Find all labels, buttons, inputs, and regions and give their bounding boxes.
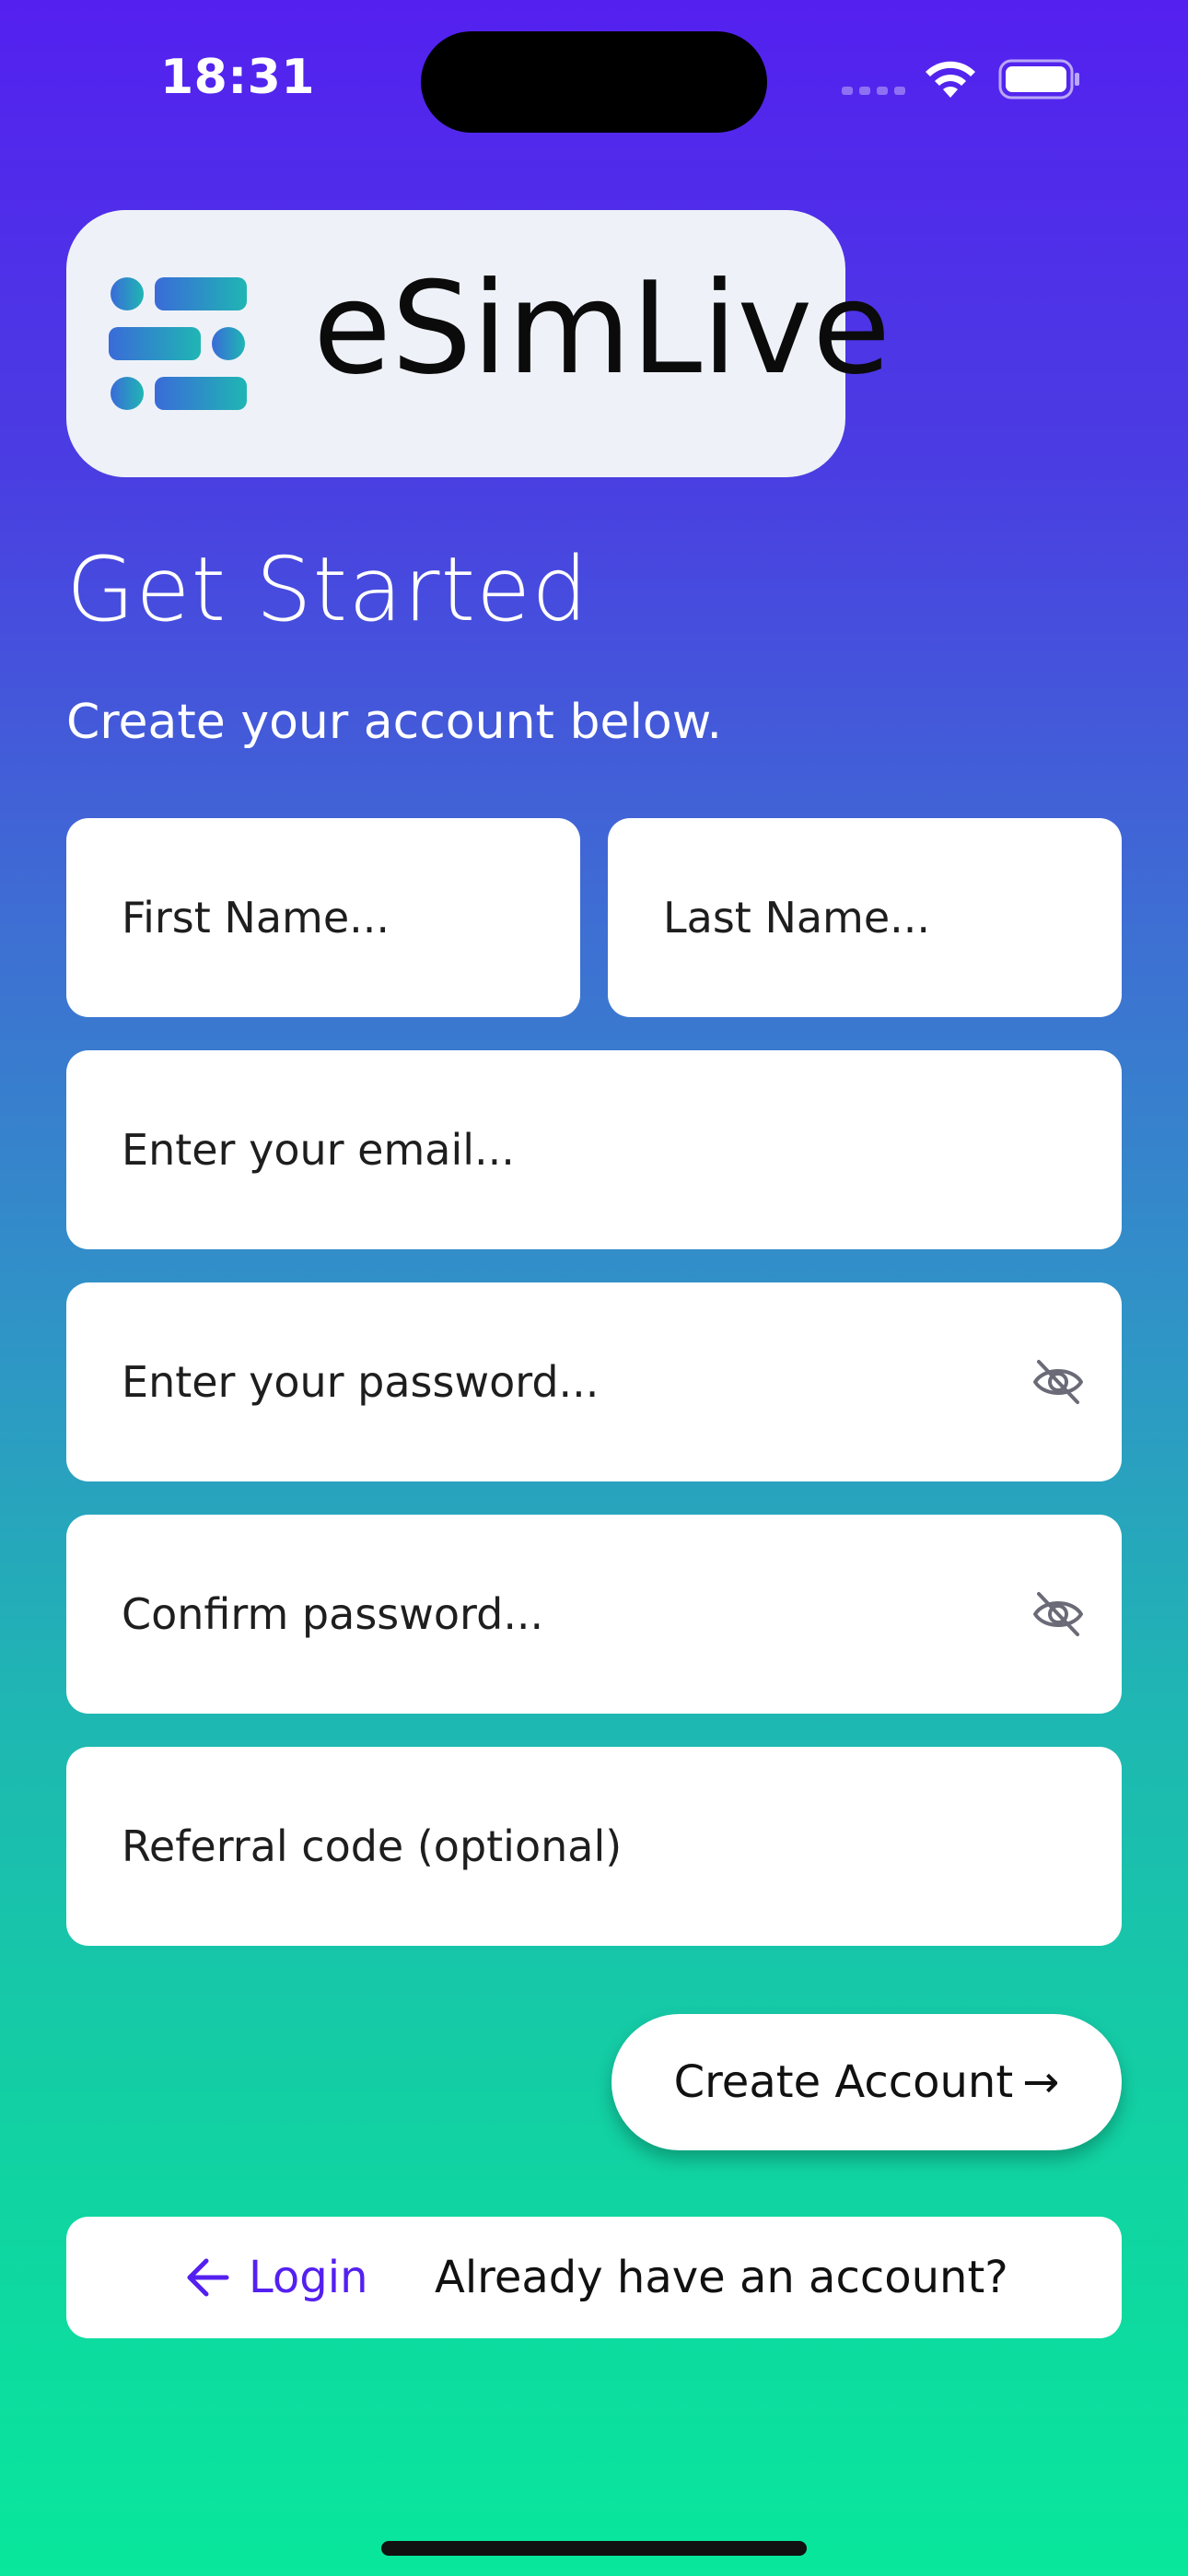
- password-input[interactable]: [122, 1282, 1039, 1481]
- arrow-right-icon: →: [1022, 2056, 1060, 2108]
- login-label: Login: [249, 2252, 368, 2303]
- eye-off-icon[interactable]: [1031, 1588, 1085, 1640]
- esimlive-logo-icon: [109, 277, 247, 410]
- create-account-button[interactable]: Create Account →: [611, 2014, 1122, 2150]
- signup-screen: 18:31 eSimLive Get Started Create your a…: [0, 0, 1188, 2576]
- email-input[interactable]: [122, 1050, 1039, 1249]
- page-title: Get Started: [66, 538, 589, 641]
- battery-icon: [998, 59, 1079, 100]
- password-field-container: [66, 1282, 1122, 1481]
- last-name-field-container: [608, 818, 1122, 1017]
- home-indicator: [381, 2541, 807, 2556]
- email-field-container: [66, 1050, 1122, 1249]
- login-link[interactable]: Login: [182, 2217, 368, 2338]
- create-account-label: Create Account: [673, 2056, 1014, 2108]
- brand-name: eSimLive: [313, 254, 891, 403]
- confirm-password-input[interactable]: [122, 1515, 1039, 1714]
- cellular-signal-icon: [842, 87, 905, 95]
- already-have-account-text: Already have an account?: [435, 2252, 1008, 2303]
- first-name-field-container: [66, 818, 580, 1017]
- brand-logo: eSimLive: [66, 210, 891, 477]
- referral-code-input[interactable]: [122, 1747, 1039, 1946]
- referral-code-field-container: [66, 1747, 1122, 1946]
- status-time: 18:31: [160, 50, 316, 105]
- wifi-icon: [926, 61, 975, 98]
- arrow-left-icon: [187, 2258, 229, 2297]
- eye-off-icon[interactable]: [1031, 1356, 1085, 1408]
- confirm-password-field-container: [66, 1515, 1122, 1714]
- dynamic-island: [421, 31, 767, 133]
- login-bar: Login Already have an account?: [66, 2217, 1122, 2338]
- first-name-input[interactable]: [122, 818, 497, 1017]
- page-subtitle: Create your account below.: [66, 695, 723, 750]
- last-name-input[interactable]: [663, 818, 1039, 1017]
